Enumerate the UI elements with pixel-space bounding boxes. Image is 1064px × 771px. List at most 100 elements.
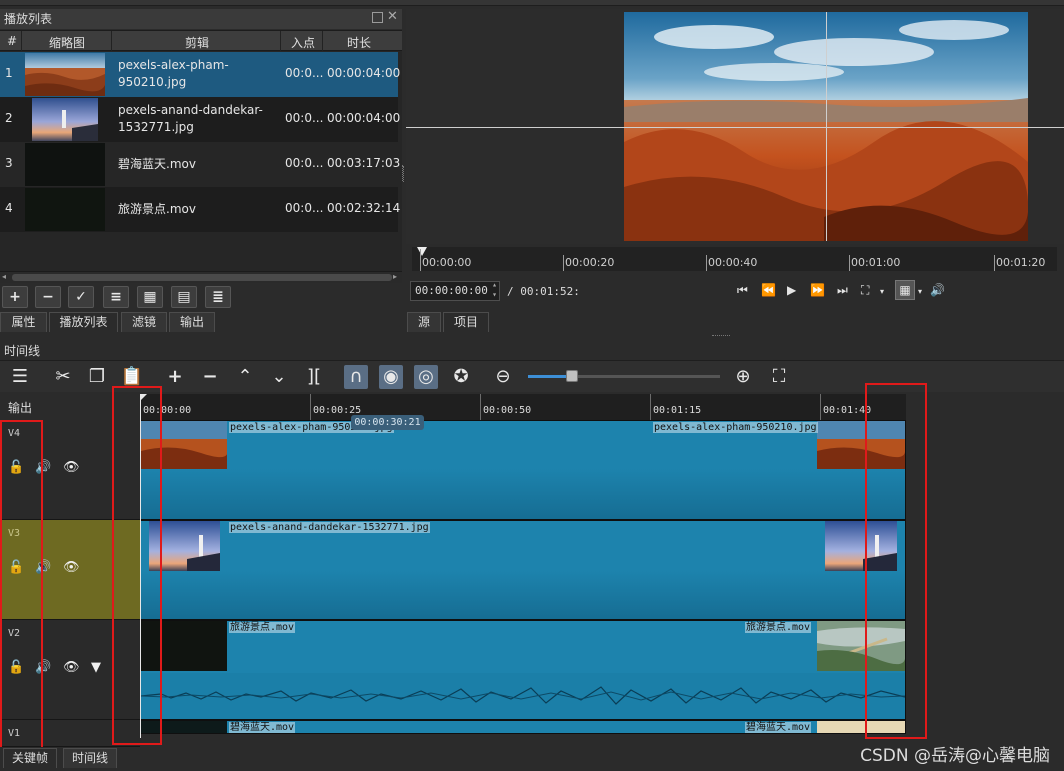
playlist-title: 播放列表 [4, 12, 53, 26]
visibility-icon[interactable]: 👁 [63, 460, 80, 475]
clip-v4[interactable]: pexels-alex-pham-950210.jpg pexels-alex-… [140, 420, 906, 520]
update-button[interactable]: ✓ [68, 286, 94, 308]
ripple-all-icon[interactable]: ✪ [449, 365, 473, 389]
clip-label: 旅游景点.mov [229, 622, 296, 633]
playhead-tooltip: 00:00:30:21 [351, 415, 424, 430]
dock-splitter[interactable] [712, 335, 730, 337]
playlist-row[interactable]: 3 碧海蓝天.mov 00:0... 00:03:17:03 [0, 142, 401, 187]
remove-button[interactable]: − [35, 286, 61, 308]
timeline-empty-space[interactable] [906, 394, 1064, 732]
scroll-thumb[interactable] [12, 274, 392, 281]
overwrite-icon[interactable]: ⌄ [267, 365, 291, 389]
playlist-row[interactable]: 4 旅游景点.mov 00:0... 00:02:32:14 [0, 187, 400, 232]
col-duration[interactable]: 时长 [347, 34, 371, 51]
timeline-ruler[interactable]: 00:00:00 00:00:25 00:00:50 00:01:15 00:0… [140, 394, 906, 420]
zoom-fit-icon[interactable]: ⛶ [861, 283, 869, 298]
skip-next-icon[interactable]: ⏭ [837, 283, 848, 298]
guide-line-vertical [826, 12, 827, 241]
timecode-value: 00:00:00:00 [415, 284, 488, 297]
rewind-icon[interactable]: ⏪ [761, 283, 776, 297]
playhead-marker[interactable] [417, 247, 427, 256]
zoom-slider-handle[interactable] [566, 370, 578, 382]
ripple-icon[interactable]: ◎ [414, 365, 438, 389]
tab-project[interactable]: 项目 [443, 312, 489, 332]
in-point: 00:0... [285, 156, 324, 170]
volume-icon[interactable]: 🔊 [930, 283, 945, 297]
zoom-fit-icon[interactable]: ⛶ [767, 365, 791, 389]
clip-v3[interactable]: pexels-anand-dandekar-1532771.jpg [140, 520, 906, 620]
split-icon[interactable]: ][ [302, 365, 326, 389]
total-duration: / 00:01:52: [507, 285, 580, 298]
cut-icon[interactable]: ✂ [51, 365, 75, 389]
clip-label: 碧海蓝天.mov [229, 722, 296, 733]
tab-export[interactable]: 输出 [169, 312, 215, 332]
filter-icon[interactable]: ▼ [91, 660, 101, 675]
play-icon[interactable]: ▶ [787, 283, 796, 297]
in-point: 00:0... [285, 66, 324, 80]
add-button[interactable]: + [2, 286, 28, 308]
col-in[interactable]: 入点 [291, 34, 315, 51]
thumbnail-video [25, 188, 105, 231]
ruler-label: 00:01:00 [851, 256, 901, 269]
ruler-label: 00:00:40 [708, 256, 758, 269]
thumbnail-lighthouse [32, 98, 98, 141]
scroll-right-icon[interactable]: ▸ [393, 272, 397, 281]
clip-v2[interactable]: 旅游景点.mov 旅游景点.mov [140, 620, 906, 720]
duration: 00:03:17:03 [327, 156, 401, 170]
highlight-box-track-controls [0, 420, 43, 770]
skip-previous-icon[interactable]: ⏮ [737, 283, 748, 298]
clip-label-end: pexels-alex-pham-950210.jpg [653, 422, 818, 433]
timecode-field[interactable]: 00:00:00:00 ▴ ▾ [410, 280, 500, 301]
row-number: 4 [5, 201, 13, 215]
zoom-slider-fill [528, 375, 568, 378]
ruler-label: 00:01:40 [823, 405, 872, 416]
playlist-scrollbar[interactable]: ◂ ▸ [0, 271, 402, 283]
fast-forward-icon[interactable]: ⏩ [810, 283, 825, 297]
spin-icon[interactable]: ▴ ▾ [492, 280, 497, 300]
menu-button[interactable]: ≣ [205, 286, 231, 308]
playlist-table: # 缩略图 剪辑 入点 时长 1 pexels-alex-pham-950210… [0, 30, 402, 271]
thumbnail-video [25, 143, 105, 186]
viewer-ruler[interactable]: 00:00:00 00:00:20 00:00:40 00:01:00 00:0… [412, 247, 1057, 271]
details-view-button[interactable]: ≡ [103, 286, 129, 308]
float-icon[interactable] [372, 12, 383, 23]
scrub-icon[interactable]: ◉ [379, 365, 403, 389]
col-num[interactable]: # [7, 34, 17, 48]
chevron-down-icon[interactable]: ▾ [918, 287, 922, 296]
tab-timeline[interactable]: 时间线 [63, 748, 117, 768]
visibility-icon[interactable]: 👁 [63, 560, 80, 575]
zoom-in-icon[interactable]: ⊕ [731, 365, 755, 389]
playlist-row[interactable]: 2 pexels-anand-dandekar-1532771.jpg 00:0… [0, 97, 401, 142]
zoom-out-icon[interactable]: ⊖ [491, 365, 515, 389]
tab-filters[interactable]: 滤镜 [121, 312, 167, 332]
close-icon[interactable]: ✕ [387, 10, 398, 23]
tiles-view-button[interactable]: ▦ [137, 286, 163, 308]
ruler-label: 00:00:00 [422, 256, 472, 269]
append-icon[interactable]: + [163, 365, 187, 389]
remove-icon[interactable]: − [198, 365, 222, 389]
visibility-icon[interactable]: 👁 [63, 660, 80, 675]
playlist-toolbar: + − ✓ ≡ ▦ ▤ ≣ [0, 286, 402, 310]
tab-keyframes[interactable]: 关键帧 [3, 748, 57, 768]
ruler-label: 00:00:20 [565, 256, 615, 269]
row-number: 3 [5, 156, 13, 170]
lift-icon[interactable]: ⌃ [233, 365, 257, 389]
tab-source[interactable]: 源 [407, 312, 441, 332]
tab-playlist[interactable]: 播放列表 [49, 312, 118, 332]
scroll-left-icon[interactable]: ◂ [2, 272, 6, 281]
copy-icon[interactable]: ❐ [85, 365, 109, 389]
output-label: 输出 [8, 401, 33, 415]
tab-properties[interactable]: 属性 [0, 312, 47, 332]
snap-icon[interactable]: ∩ [344, 365, 368, 389]
grid-icon[interactable]: ▦ [895, 280, 915, 300]
chevron-down-icon[interactable]: ▾ [880, 287, 884, 296]
clip-v1[interactable]: 碧海蓝天.mov 碧海蓝天.mov [140, 720, 906, 734]
clip-name: pexels-anand-dandekar-1532771.jpg [118, 103, 263, 134]
playlist-row[interactable]: 1 pexels-alex-pham-950210.jpg 00:0... 00… [0, 52, 400, 97]
col-clip[interactable]: 剪辑 [185, 34, 209, 51]
col-thumbnail[interactable]: 缩略图 [49, 34, 85, 51]
viewer-splitter[interactable] [403, 166, 406, 182]
icons-view-button[interactable]: ▤ [171, 286, 197, 308]
duration: 00:00:04:00 [327, 111, 401, 125]
menu-icon[interactable]: ☰ [8, 365, 32, 389]
